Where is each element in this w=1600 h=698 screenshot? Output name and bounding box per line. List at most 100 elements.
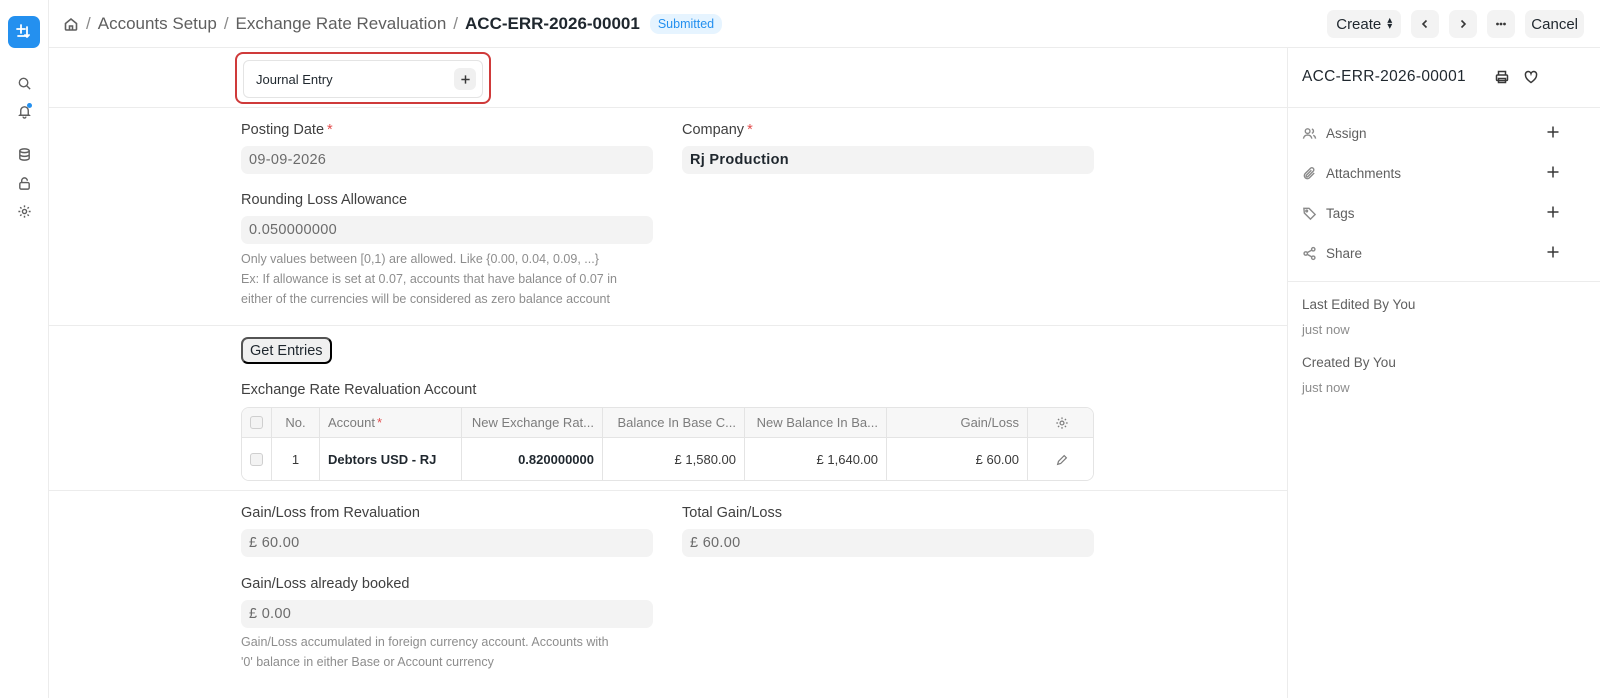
page-title: ACC-ERR-2026-00001 bbox=[465, 14, 640, 33]
lock-icon[interactable] bbox=[14, 173, 34, 193]
paperclip-icon bbox=[1302, 166, 1317, 181]
cancel-button[interactable]: Cancel bbox=[1525, 10, 1584, 38]
form-sidebar: ACC-ERR-2026-00001 Assign Attachments Ta… bbox=[1287, 48, 1600, 698]
create-button[interactable]: Create ▴ ▾ bbox=[1327, 10, 1402, 38]
gain-loss-revaluation-label: Gain/Loss from Revaluation bbox=[241, 505, 420, 521]
app-rail bbox=[0, 0, 49, 698]
select-all-checkbox[interactable] bbox=[242, 408, 272, 437]
table-settings[interactable] bbox=[1028, 408, 1093, 437]
users-icon bbox=[1302, 126, 1317, 141]
row-edit-button[interactable] bbox=[1028, 438, 1093, 480]
column-new-exchange-rate: New Exchange Rat... bbox=[462, 408, 603, 437]
already-booked-field[interactable]: £ 0.00 bbox=[241, 600, 653, 628]
settings-gear-icon bbox=[1055, 416, 1068, 429]
notification-bell-icon[interactable] bbox=[14, 101, 34, 121]
tag-icon bbox=[1302, 206, 1317, 221]
pencil-icon bbox=[1056, 454, 1067, 465]
breadcrumb-exchange-rate-revaluation[interactable]: Exchange Rate Revaluation bbox=[236, 14, 447, 34]
table-header: No. Account * New Exchange Rat... Balance… bbox=[242, 408, 1093, 438]
already-booked-help: Gain/Loss accumulated in foreign currenc… bbox=[241, 635, 609, 669]
rounding-loss-help: Only values between [0,1) are allowed. L… bbox=[241, 252, 617, 306]
section-divider bbox=[49, 107, 1287, 108]
breadcrumb-separator: / bbox=[223, 14, 229, 33]
company-field[interactable]: Rj Production bbox=[682, 146, 1094, 174]
company-label: Company * bbox=[682, 122, 753, 138]
search-icon[interactable] bbox=[14, 73, 34, 93]
created-time: just now bbox=[1302, 380, 1350, 395]
journal-entry-label[interactable]: Journal Entry bbox=[256, 72, 333, 87]
app-logo-icon bbox=[16, 24, 30, 38]
sidebar-item-share[interactable]: Share bbox=[1302, 242, 1560, 264]
row-checkbox[interactable] bbox=[242, 438, 272, 480]
sidebar-divider bbox=[1288, 281, 1600, 282]
more-menu-button[interactable] bbox=[1487, 10, 1516, 38]
chevron-left-icon bbox=[1422, 19, 1428, 29]
row-gain-loss: £ 60.00 bbox=[887, 438, 1028, 480]
add-assign-icon[interactable] bbox=[1546, 125, 1560, 142]
row-new-exchange-rate[interactable]: 0.820000000 bbox=[462, 438, 603, 480]
sidebar-item-assign[interactable]: Assign bbox=[1302, 122, 1560, 144]
created-label: Created By You bbox=[1302, 355, 1396, 370]
chevron-updown-icon: ▴ ▾ bbox=[1387, 15, 1393, 32]
page-header: / Accounts Setup / Exchange Rate Revalua… bbox=[49, 0, 1600, 48]
add-share-icon[interactable] bbox=[1546, 245, 1560, 262]
revaluation-accounts-table: No. Account * New Exchange Rat... Balance… bbox=[241, 407, 1094, 481]
row-new-balance-base: £ 1,640.00 bbox=[745, 438, 887, 480]
form-main: Journal Entry Posting Date * 09-09-2026 C… bbox=[49, 48, 1287, 698]
posting-date-label: Posting Date * bbox=[241, 122, 333, 138]
print-icon[interactable] bbox=[1494, 69, 1510, 85]
row-account[interactable]: Debtors USD - RJ bbox=[320, 438, 462, 480]
gain-loss-revaluation-field[interactable]: £ 60.00 bbox=[241, 529, 653, 557]
heart-icon[interactable] bbox=[1523, 69, 1539, 85]
status-badge: Submitted bbox=[649, 14, 723, 34]
last-edited-label: Last Edited By You bbox=[1302, 297, 1416, 312]
column-no: No. bbox=[272, 408, 320, 437]
connections-highlight: Journal Entry bbox=[235, 52, 491, 104]
column-account: Account * bbox=[320, 408, 462, 437]
notification-dot bbox=[27, 103, 32, 108]
add-attachment-icon[interactable] bbox=[1546, 165, 1560, 182]
breadcrumb-accounts-setup[interactable]: Accounts Setup bbox=[98, 14, 217, 34]
rounding-loss-field[interactable]: 0.050000000 bbox=[241, 216, 653, 244]
section-divider bbox=[49, 325, 1287, 326]
row-balance-base: £ 1,580.00 bbox=[603, 438, 745, 480]
posting-date-field[interactable]: 09-09-2026 bbox=[241, 146, 653, 174]
app-logo[interactable] bbox=[8, 16, 40, 48]
home-icon[interactable] bbox=[63, 16, 79, 32]
journal-entry-connection[interactable]: Journal Entry bbox=[243, 60, 483, 98]
previous-doc-button[interactable] bbox=[1411, 10, 1440, 38]
chevron-right-icon bbox=[1461, 19, 1467, 29]
ellipsis-icon bbox=[1496, 22, 1507, 26]
sidebar-item-tags[interactable]: Tags bbox=[1302, 202, 1560, 224]
row-no: 1 bbox=[272, 438, 320, 480]
revaluation-table-title: Exchange Rate Revaluation Account bbox=[241, 382, 477, 398]
next-doc-button[interactable] bbox=[1449, 10, 1478, 38]
share-icon bbox=[1302, 246, 1317, 261]
column-gain-loss: Gain/Loss bbox=[887, 408, 1028, 437]
last-edited-time: just now bbox=[1302, 322, 1350, 337]
settings-gear-icon[interactable] bbox=[14, 201, 34, 221]
sidebar-divider bbox=[1288, 107, 1600, 108]
total-gain-loss-label: Total Gain/Loss bbox=[682, 505, 782, 521]
get-entries-button[interactable]: Get Entries bbox=[241, 337, 332, 364]
table-row[interactable]: 1 Debtors USD - RJ 0.820000000 £ 1,580.0… bbox=[242, 438, 1093, 480]
breadcrumb-separator: / bbox=[86, 14, 91, 33]
sidebar-item-attachments[interactable]: Attachments bbox=[1302, 162, 1560, 184]
sidebar-item-label: Share bbox=[1326, 245, 1363, 261]
total-gain-loss-field[interactable]: £ 60.00 bbox=[682, 529, 1094, 557]
create-button-label: Create bbox=[1336, 15, 1382, 33]
sidebar-item-label: Attachments bbox=[1326, 165, 1402, 181]
plus-icon bbox=[460, 74, 470, 84]
breadcrumb: / Accounts Setup / Exchange Rate Revalua… bbox=[63, 13, 723, 35]
sidebar-item-label: Assign bbox=[1326, 125, 1367, 141]
already-booked-label: Gain/Loss already booked bbox=[241, 576, 410, 592]
sidebar-doc-title: ACC-ERR-2026-00001 bbox=[1302, 68, 1466, 85]
section-divider bbox=[49, 490, 1287, 491]
header-actions: Create ▴ ▾ Cancel bbox=[1327, 10, 1584, 38]
database-icon[interactable] bbox=[14, 144, 34, 164]
sidebar-item-label: Tags bbox=[1326, 205, 1355, 221]
add-journal-entry-button[interactable] bbox=[454, 68, 476, 90]
rounding-loss-label: Rounding Loss Allowance bbox=[241, 192, 408, 208]
column-new-balance-base: New Balance In Ba... bbox=[745, 408, 887, 437]
add-tag-icon[interactable] bbox=[1546, 205, 1560, 222]
